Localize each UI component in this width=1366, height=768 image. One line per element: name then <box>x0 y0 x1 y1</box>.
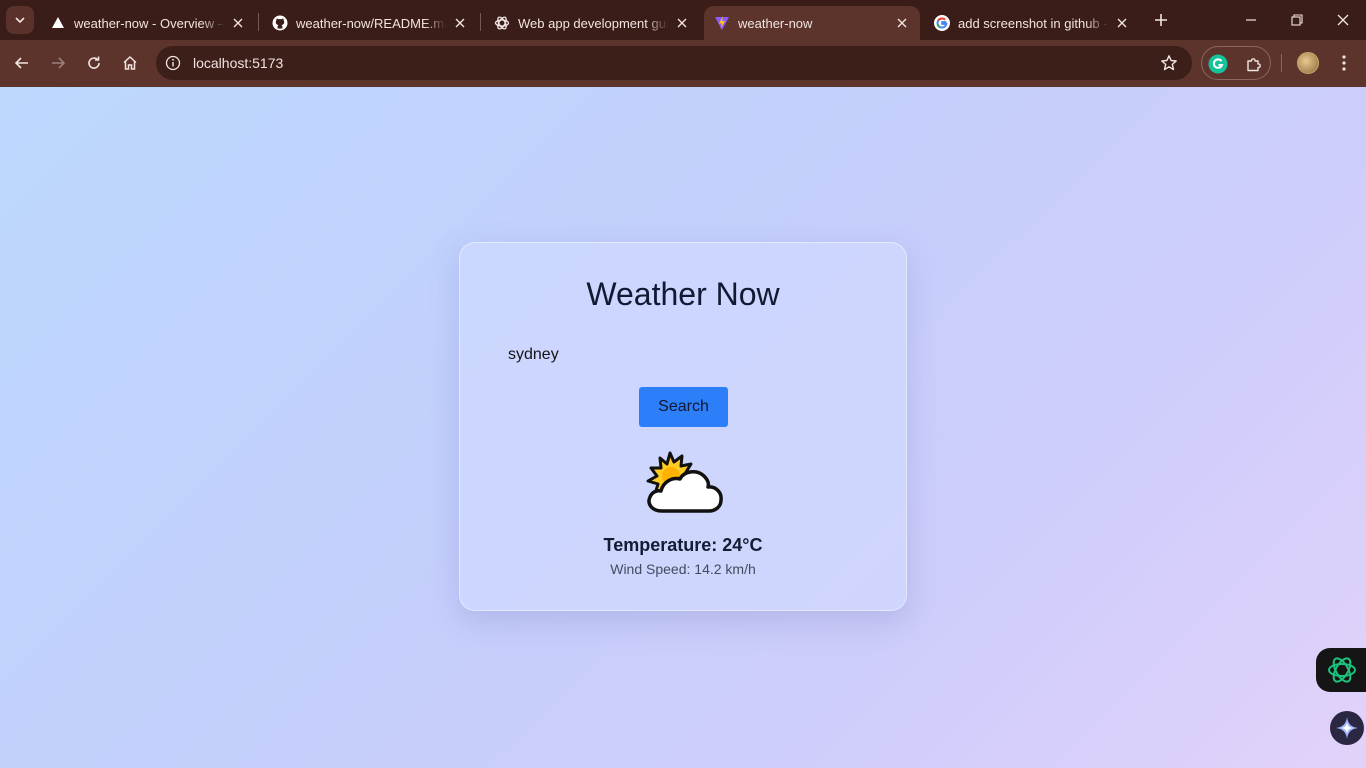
address-bar[interactable]: localhost:5173 <box>156 46 1192 80</box>
tab-title: weather-now <box>738 15 813 31</box>
close-icon <box>1337 14 1349 26</box>
github-icon <box>272 15 288 31</box>
page-viewport: Weather Now Search Temperature: 24°C Win… <box>0 87 1366 768</box>
close-window-button[interactable] <box>1320 0 1366 40</box>
vite-icon <box>714 15 730 31</box>
home-button[interactable] <box>116 49 144 77</box>
google-icon <box>934 15 950 31</box>
close-icon[interactable] <box>1114 15 1130 31</box>
tab-title: add screenshot in github - Google Search <box>958 15 1108 31</box>
puzzle-icon[interactable] <box>1244 54 1264 74</box>
tab-github[interactable]: weather-now/README.md at main <box>262 6 478 40</box>
new-tab-button[interactable] <box>1150 9 1172 31</box>
restore-button[interactable] <box>1274 0 1320 40</box>
sparkle-icon <box>1336 717 1358 739</box>
browser-menu-button[interactable] <box>1334 52 1354 74</box>
tab-title: Web app development guide <box>518 15 668 31</box>
tab-google-search[interactable]: add screenshot in github - Google Search <box>924 6 1140 40</box>
tab-chatgpt[interactable]: Web app development guide <box>484 6 700 40</box>
close-icon[interactable] <box>452 15 468 31</box>
tab-separator <box>480 13 481 31</box>
arrow-left-icon <box>14 57 28 69</box>
home-icon <box>123 55 137 70</box>
site-info-icon[interactable] <box>164 54 182 72</box>
wind-speed-text: Wind Speed: 14.2 km/h <box>610 561 756 577</box>
city-input[interactable] <box>508 339 860 371</box>
tab-separator <box>258 13 259 31</box>
reload-button[interactable] <box>80 49 108 77</box>
plus-icon <box>1155 14 1167 26</box>
tab-vercel[interactable]: weather-now - Overview – Vercel <box>40 6 256 40</box>
temperature-text: Temperature: 24°C <box>603 535 763 555</box>
chatgpt-icon <box>1328 657 1356 683</box>
bookmark-star-icon[interactable] <box>1160 54 1178 72</box>
tab-title: weather-now - Overview – Vercel <box>74 15 224 31</box>
chevron-down-icon <box>15 17 25 24</box>
app-title: Weather Now <box>586 276 780 312</box>
partly-cloudy-icon <box>646 451 723 513</box>
extensions-group <box>1201 46 1271 80</box>
toolbar-separator <box>1281 54 1282 72</box>
tab-title: weather-now/README.md at main <box>296 15 446 31</box>
arrow-right-icon <box>52 57 66 69</box>
tab-weather-now[interactable]: weather-now <box>704 6 920 40</box>
forward-button[interactable] <box>44 49 72 77</box>
chatgpt-icon <box>494 15 510 31</box>
close-icon[interactable] <box>674 15 690 31</box>
restore-icon <box>1291 14 1303 26</box>
ai-assistant-button[interactable] <box>1330 711 1364 745</box>
close-icon[interactable] <box>894 15 910 31</box>
grammarly-icon[interactable] <box>1208 54 1228 74</box>
chatgpt-sidebar-button[interactable] <box>1316 648 1366 692</box>
minimize-icon <box>1246 19 1256 21</box>
minimize-button[interactable] <box>1228 0 1274 40</box>
reload-icon <box>88 56 100 69</box>
back-button[interactable] <box>8 49 36 77</box>
browser-toolbar: localhost:5173 <box>0 40 1366 87</box>
address-text[interactable]: localhost:5173 <box>193 55 283 71</box>
profile-avatar[interactable] <box>1297 52 1319 74</box>
search-button[interactable]: Search <box>639 387 728 427</box>
tab-search-button[interactable] <box>6 6 34 34</box>
kebab-menu-icon <box>1342 55 1346 71</box>
vercel-icon <box>50 15 66 31</box>
close-icon[interactable] <box>230 15 246 31</box>
weather-card: Weather Now Search Temperature: 24°C Win… <box>459 242 907 611</box>
tab-strip: weather-now - Overview – Vercel weather-… <box>0 0 1366 40</box>
